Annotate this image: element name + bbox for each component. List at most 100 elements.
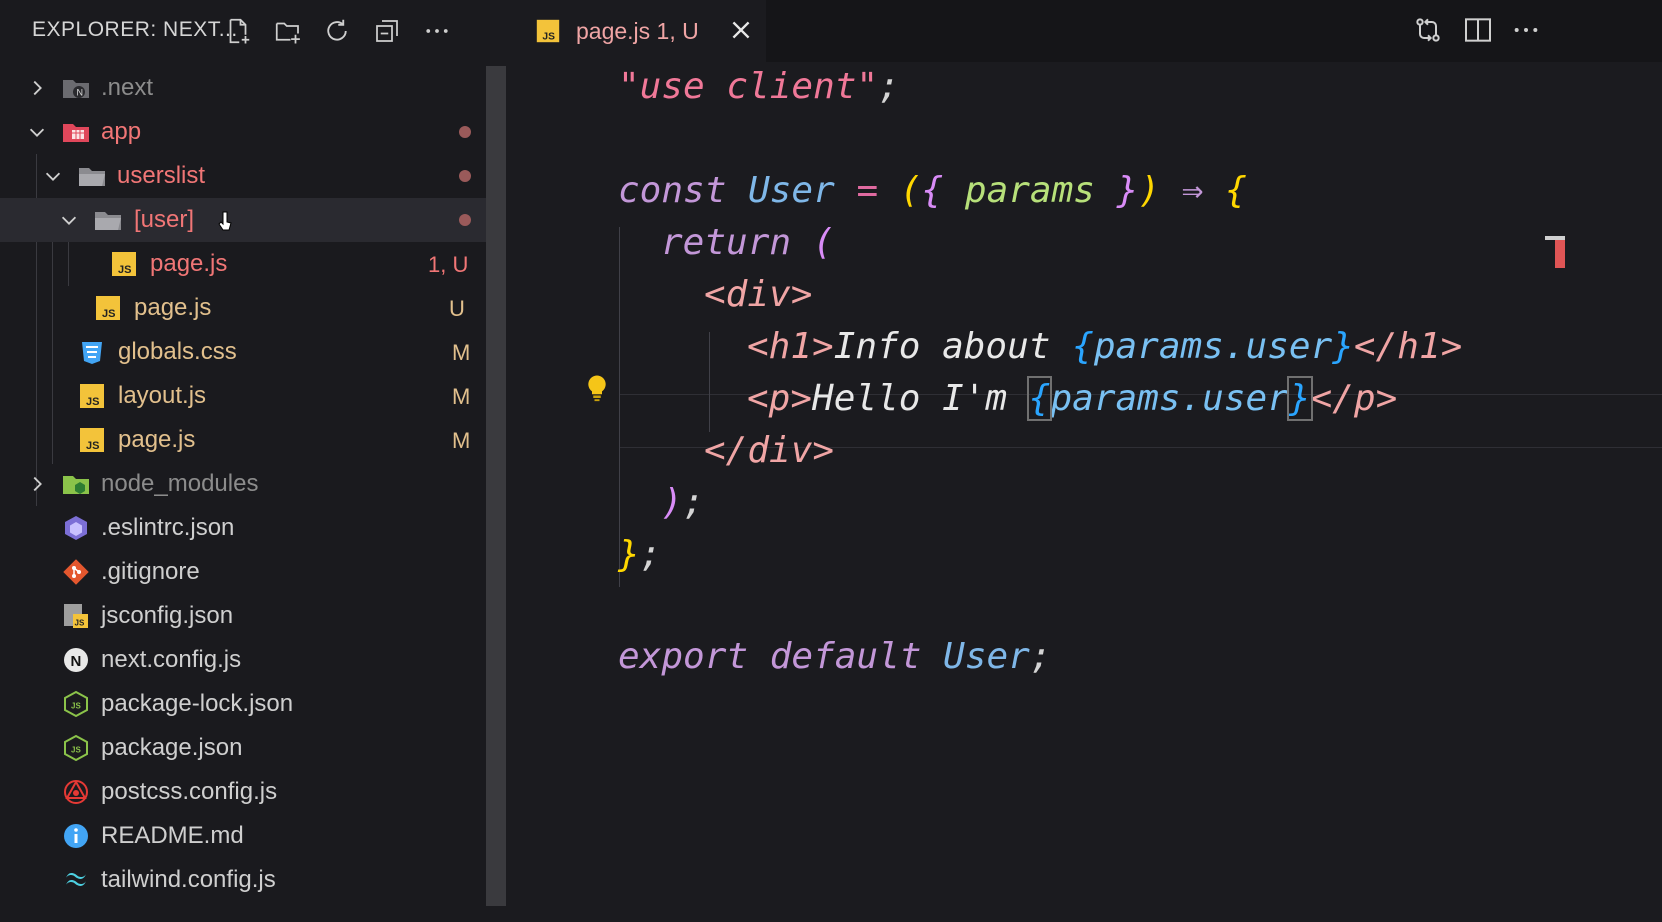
overview-ruler-marker bbox=[1545, 236, 1565, 268]
lightbulb-icon[interactable] bbox=[582, 373, 612, 403]
tree-item-label: postcss.config.js bbox=[101, 778, 278, 805]
folder-node-icon bbox=[61, 469, 91, 499]
svg-text:JS: JS bbox=[118, 264, 131, 276]
svg-text:N: N bbox=[71, 653, 82, 670]
tree-item-userslist-folder[interactable]: userslist bbox=[0, 154, 490, 198]
code-line-7: <p>Hello I'm {params.user}</p> bbox=[747, 376, 1398, 421]
svg-text:JS: JS bbox=[71, 746, 81, 755]
js-file-icon: JS bbox=[93, 293, 123, 323]
folder-next-icon: N bbox=[61, 73, 91, 103]
chevron-down-icon bbox=[58, 209, 80, 231]
tree-item-label: app bbox=[101, 118, 142, 145]
tree-item-tailwind-config[interactable]: tailwind.config.js bbox=[0, 858, 490, 902]
code-line-4: return ( bbox=[661, 222, 835, 263]
git-status-badge: M bbox=[452, 340, 471, 365]
code-line-10: }; bbox=[618, 534, 662, 575]
more-actions-icon[interactable] bbox=[420, 14, 454, 48]
tree-item-label: [user] bbox=[134, 206, 195, 233]
explorer-header: EXPLORER: NEXT... bbox=[0, 0, 490, 62]
nodejs-icon: JS bbox=[61, 733, 91, 763]
git-icon bbox=[61, 557, 91, 587]
tree-item-label: .next bbox=[101, 74, 154, 101]
tree-item-label: node_modules bbox=[101, 470, 259, 497]
svg-text:N: N bbox=[77, 88, 84, 98]
refresh-icon[interactable] bbox=[320, 14, 354, 48]
git-status-badge: M bbox=[452, 384, 471, 409]
info-icon bbox=[61, 821, 91, 851]
tree-item-label: next.config.js bbox=[101, 646, 242, 673]
tree-item-label: .eslintrc.json bbox=[101, 514, 235, 541]
js-file-icon: JS bbox=[77, 381, 107, 411]
tailwind-icon bbox=[61, 865, 91, 895]
jsconfig-icon: JS bbox=[61, 601, 91, 631]
tree-item-node-modules-folder[interactable]: node_modules bbox=[0, 462, 490, 506]
tree-item-label: .gitignore bbox=[101, 558, 200, 585]
tree-item-jsconfig[interactable]: JS jsconfig.json bbox=[0, 594, 490, 638]
problem-dot bbox=[459, 126, 471, 138]
tree-item-label: userslist bbox=[117, 162, 206, 189]
split-editor-icon[interactable] bbox=[1462, 14, 1496, 48]
tree-item-readme[interactable]: README.md bbox=[0, 814, 490, 858]
problem-dot bbox=[459, 214, 471, 226]
chevron-down-icon bbox=[42, 165, 64, 187]
git-status-badge: U bbox=[449, 296, 465, 321]
tree-item-page-js[interactable]: JS page.js 1, U bbox=[0, 242, 490, 286]
js-file-icon: JS bbox=[109, 249, 139, 279]
code-line-5: <div> bbox=[704, 274, 813, 315]
indent-guide bbox=[709, 332, 710, 432]
js-file-icon: JS bbox=[77, 425, 107, 455]
explorer-sidebar: EXPLORER: NEXT... N .next app userslist … bbox=[0, 0, 506, 922]
close-icon[interactable] bbox=[728, 17, 754, 43]
tree-item-label: page.js bbox=[134, 294, 212, 321]
tree-item-gitignore[interactable]: .gitignore bbox=[0, 550, 490, 594]
indent-guide bbox=[619, 227, 620, 587]
collapse-all-icon[interactable] bbox=[370, 14, 404, 48]
tree-item-label: page.js bbox=[118, 426, 196, 453]
tab-title: page.js 1, U bbox=[576, 18, 699, 44]
tree-item-user-folder[interactable]: [user] bbox=[0, 198, 490, 242]
tree-item-app-folder[interactable]: app bbox=[0, 110, 490, 154]
problem-dot bbox=[459, 170, 471, 182]
code-line-9: ); bbox=[661, 482, 705, 523]
chevron-right-icon bbox=[26, 473, 48, 495]
tree-item-next-config[interactable]: N next.config.js bbox=[0, 638, 490, 682]
svg-text:JS: JS bbox=[71, 702, 81, 711]
tree-item-page-js[interactable]: JS page.js M bbox=[0, 418, 490, 462]
tree-item-label: package.json bbox=[101, 734, 243, 761]
svg-text:JS: JS bbox=[102, 308, 115, 320]
tree-item-label: package-lock.json bbox=[101, 690, 294, 717]
more-actions-icon[interactable] bbox=[1510, 14, 1544, 48]
code-line-3: const User = ({ params }) ⇒ { bbox=[618, 170, 1247, 211]
nodejs-icon: JS bbox=[61, 689, 91, 719]
code-line-6: <h1>Info about {params.user}</h1> bbox=[747, 326, 1463, 367]
code-line-1: "use client"; bbox=[618, 66, 900, 107]
folder-app-icon bbox=[61, 117, 91, 147]
git-status-badge: 1, U bbox=[428, 252, 469, 277]
postcss-icon bbox=[61, 777, 91, 807]
tree-item-package-json[interactable]: JS package.json bbox=[0, 726, 490, 770]
tree-item-package-lock[interactable]: JS package-lock.json bbox=[0, 682, 490, 726]
code-editor[interactable]: "use client"; const User = ({ params }) … bbox=[506, 62, 1662, 922]
svg-text:JS: JS bbox=[86, 396, 99, 408]
svg-text:JS: JS bbox=[75, 619, 85, 628]
eslint-icon bbox=[61, 513, 91, 543]
editor-tab-bar: JS page.js 1, U bbox=[506, 0, 1662, 62]
sidebar-scrollbar[interactable] bbox=[486, 66, 506, 906]
folder-open-icon bbox=[93, 205, 123, 235]
tree-item-postcss-config[interactable]: postcss.config.js bbox=[0, 770, 490, 814]
new-file-icon[interactable] bbox=[221, 14, 255, 48]
open-changes-icon[interactable] bbox=[1412, 14, 1446, 48]
chevron-down-icon bbox=[26, 121, 48, 143]
css-file-icon bbox=[77, 337, 107, 367]
tree-item-layout-js[interactable]: JS layout.js M bbox=[0, 374, 490, 418]
git-status-badge: M bbox=[452, 428, 471, 453]
code-line-12: export default User; bbox=[618, 636, 1052, 677]
tree-item-eslintrc[interactable]: .eslintrc.json bbox=[0, 506, 490, 550]
folder-open-icon bbox=[77, 161, 107, 191]
tree-item-globals-css[interactable]: globals.css M bbox=[0, 330, 490, 374]
tab-page-js[interactable]: JS page.js 1, U bbox=[506, 0, 766, 62]
new-folder-icon[interactable] bbox=[271, 14, 305, 48]
tree-item-next-folder[interactable]: N .next bbox=[0, 66, 490, 110]
js-file-icon: JS bbox=[534, 17, 562, 50]
tree-item-page-js[interactable]: JS page.js U bbox=[0, 286, 490, 330]
